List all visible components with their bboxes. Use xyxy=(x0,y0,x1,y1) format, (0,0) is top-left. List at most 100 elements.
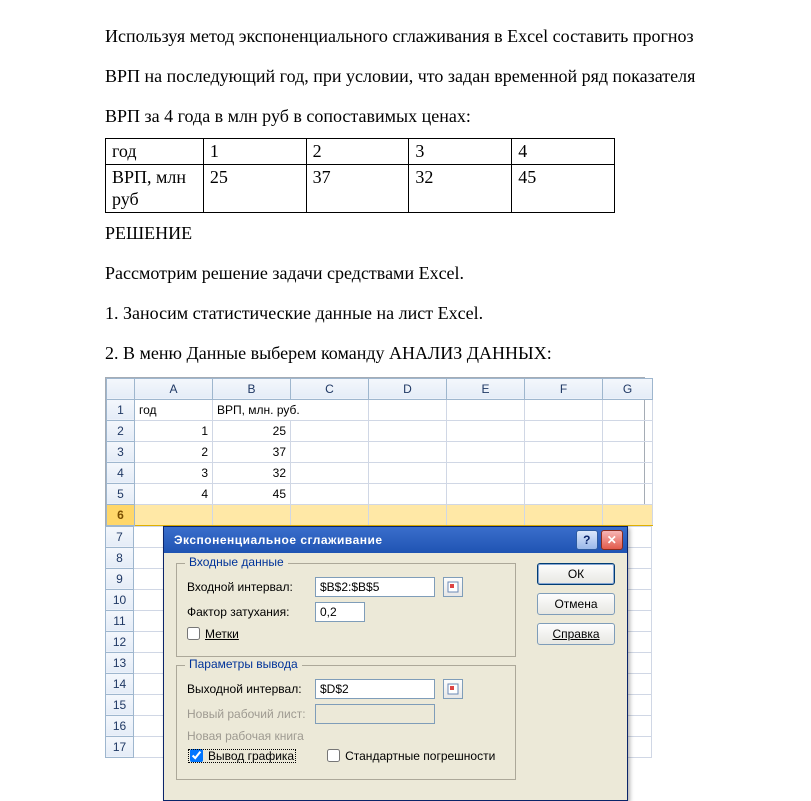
row-header-5[interactable]: 5 xyxy=(107,483,135,504)
row-6: 6 xyxy=(107,504,653,525)
row-header-3[interactable]: 3 xyxy=(107,441,135,462)
cell-G6[interactable] xyxy=(603,504,653,525)
stderr-checkbox[interactable]: Стандартные погрешности xyxy=(327,749,495,763)
row-header-7[interactable]: 7 xyxy=(106,526,134,547)
help-icon[interactable]: ? xyxy=(576,530,598,550)
cell-B6[interactable] xyxy=(213,504,291,525)
input-range-label: Входной интервал: xyxy=(187,580,307,594)
close-icon[interactable]: ✕ xyxy=(601,530,623,550)
table-val-3: 32 xyxy=(409,164,512,212)
help-button[interactable]: Справка xyxy=(537,623,615,645)
cell-B1[interactable]: ВРП, млн. руб. xyxy=(213,399,369,420)
cell-B5[interactable]: 45 xyxy=(213,483,291,504)
chart-checkbox[interactable]: Вывод графика xyxy=(187,748,297,764)
cell-E5[interactable] xyxy=(447,483,525,504)
dialog-titlebar[interactable]: Экспоненциальное сглаживание ? ✕ xyxy=(164,527,627,553)
cell-A2[interactable]: 1 xyxy=(135,420,213,441)
new-book-label: Новая рабочая книга xyxy=(187,729,307,743)
row-header-17[interactable]: 17 xyxy=(106,736,134,757)
cell-E2[interactable] xyxy=(447,420,525,441)
labels-checkbox-text: Метки xyxy=(205,627,239,641)
cell-A6[interactable] xyxy=(135,504,213,525)
row-header-16[interactable]: 16 xyxy=(106,715,134,736)
row-header-15[interactable]: 15 xyxy=(106,694,134,715)
output-range-ref-icon[interactable] xyxy=(443,679,463,699)
col-header-C[interactable]: C xyxy=(291,378,369,399)
cell-B2[interactable]: 25 xyxy=(213,420,291,441)
cell-F3[interactable] xyxy=(525,441,603,462)
table-header-year: год xyxy=(106,139,204,165)
row-5: 5 4 45 xyxy=(107,483,653,504)
row-header-1[interactable]: 1 xyxy=(107,399,135,420)
row-header-14[interactable]: 14 xyxy=(106,673,134,694)
cell-G3[interactable] xyxy=(603,441,653,462)
labels-checkbox-input[interactable] xyxy=(187,627,200,640)
row-4: 4 3 32 xyxy=(107,462,653,483)
cell-F4[interactable] xyxy=(525,462,603,483)
cell-G4[interactable] xyxy=(603,462,653,483)
col-header-E[interactable]: E xyxy=(447,378,525,399)
cell-B4[interactable]: 32 xyxy=(213,462,291,483)
ok-button[interactable]: ОК xyxy=(537,563,615,585)
cell-D5[interactable] xyxy=(369,483,447,504)
col-header-B[interactable]: B xyxy=(213,378,291,399)
col-header-F[interactable]: F xyxy=(525,378,603,399)
cell-E4[interactable] xyxy=(447,462,525,483)
stderr-checkbox-input[interactable] xyxy=(327,749,340,762)
row-header-11[interactable]: 11 xyxy=(106,610,134,631)
cell-F1[interactable] xyxy=(525,399,603,420)
damping-field[interactable] xyxy=(315,602,365,622)
row-header-12[interactable]: 12 xyxy=(106,631,134,652)
cell-A1[interactable]: год xyxy=(135,399,213,420)
problem-line-2: ВРП на последующий год, при условии, что… xyxy=(105,58,716,94)
col-header-G[interactable]: G xyxy=(603,378,653,399)
chart-checkbox-text: Вывод графика xyxy=(208,749,294,763)
row-header-6[interactable]: 6 xyxy=(107,504,135,525)
cell-A3[interactable]: 2 xyxy=(135,441,213,462)
cell-D3[interactable] xyxy=(369,441,447,462)
cell-E3[interactable] xyxy=(447,441,525,462)
table-rowlabel: ВРП, млн руб xyxy=(106,164,204,212)
row-header-13[interactable]: 13 xyxy=(106,652,134,673)
cell-D1[interactable] xyxy=(369,399,447,420)
column-header-row: A B C D E F G xyxy=(107,378,653,399)
cell-G2[interactable] xyxy=(603,420,653,441)
cell-D4[interactable] xyxy=(369,462,447,483)
cell-D2[interactable] xyxy=(369,420,447,441)
table-header-4: 4 xyxy=(512,139,615,165)
solution-heading: РЕШЕНИЕ xyxy=(105,215,716,251)
corner-cell[interactable] xyxy=(107,378,135,399)
cell-C6[interactable] xyxy=(291,504,369,525)
row-header-9[interactable]: 9 xyxy=(106,568,134,589)
col-header-A[interactable]: A xyxy=(135,378,213,399)
table-val-1: 25 xyxy=(203,164,306,212)
cancel-button[interactable]: Отмена xyxy=(537,593,615,615)
output-range-field[interactable] xyxy=(315,679,435,699)
row-header-8[interactable]: 8 xyxy=(106,547,134,568)
new-sheet-field xyxy=(315,704,435,724)
cell-B3[interactable]: 37 xyxy=(213,441,291,462)
cell-F5[interactable] xyxy=(525,483,603,504)
cell-F2[interactable] xyxy=(525,420,603,441)
row-header-2[interactable]: 2 xyxy=(107,420,135,441)
cell-C5[interactable] xyxy=(291,483,369,504)
row-header-4[interactable]: 4 xyxy=(107,462,135,483)
cell-E6[interactable] xyxy=(447,504,525,525)
cell-D6[interactable] xyxy=(369,504,447,525)
col-header-D[interactable]: D xyxy=(369,378,447,399)
cell-E1[interactable] xyxy=(447,399,525,420)
cell-C3[interactable] xyxy=(291,441,369,462)
chart-checkbox-input[interactable] xyxy=(190,749,203,762)
labels-checkbox[interactable]: Метки xyxy=(187,627,239,641)
exponential-smoothing-dialog: Экспоненциальное сглаживание ? ✕ ОК Отме… xyxy=(163,526,628,801)
input-range-field[interactable] xyxy=(315,577,435,597)
cell-G1[interactable] xyxy=(603,399,653,420)
cell-G5[interactable] xyxy=(603,483,653,504)
cell-A4[interactable]: 3 xyxy=(135,462,213,483)
cell-F6[interactable] xyxy=(525,504,603,525)
cell-C4[interactable] xyxy=(291,462,369,483)
input-range-ref-icon[interactable] xyxy=(443,577,463,597)
cell-A5[interactable]: 4 xyxy=(135,483,213,504)
row-header-10[interactable]: 10 xyxy=(106,589,134,610)
cell-C2[interactable] xyxy=(291,420,369,441)
